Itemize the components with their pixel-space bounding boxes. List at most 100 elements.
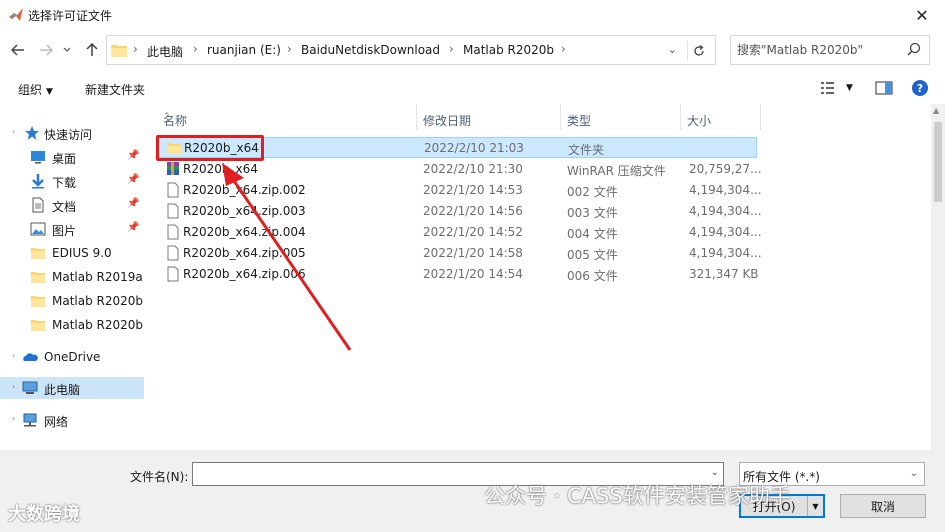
address-dropdown-icon[interactable]: ⌄ (668, 43, 677, 56)
column-header-size[interactable]: 大小 (681, 104, 761, 130)
folder-icon (31, 320, 45, 331)
sidebar-item-matlab-2020b[interactable]: Matlab R2020b (0, 290, 144, 312)
scroll-up-icon[interactable]: ▲ (933, 106, 939, 115)
matlab-icon (9, 8, 23, 21)
expand-arrow-icon[interactable]: › (12, 127, 15, 136)
breadcrumb-this-pc[interactable]: 此电脑 (147, 43, 183, 60)
column-header-name[interactable]: 名称 ⌃ (157, 104, 417, 130)
breadcrumb-matlab[interactable]: Matlab R2020b (463, 43, 554, 57)
close-button[interactable]: ✕ (899, 0, 945, 30)
file-row[interactable]: R2020b_x64.zip.006 2022/1/20 14:54 006 文… (157, 264, 759, 285)
file-type: 文件夹 (568, 143, 605, 157)
chevron-down-icon[interactable]: ⌄ (711, 467, 719, 478)
view-options-icon[interactable] (820, 80, 838, 96)
sidebar-item-label: Matlab R2019a (52, 270, 143, 284)
cancel-button[interactable]: 取消 (840, 494, 926, 518)
file-date: 2022/1/20 14:53 (423, 183, 523, 197)
sidebar-item-network[interactable]: › 网络 (0, 409, 144, 431)
file-row[interactable]: R2020b_x64 2022/2/10 21:30 WinRAR 压缩文件 2… (157, 159, 762, 180)
file-name: R2020b_x64.zip.002 (183, 183, 306, 197)
back-button[interactable] (8, 40, 28, 60)
column-header-date[interactable]: 修改日期 (417, 104, 561, 130)
vertical-scrollbar[interactable]: ▲ (931, 104, 945, 450)
search-icon (907, 42, 921, 56)
file-row[interactable]: R2020b_x64.zip.005 2022/1/20 14:58 005 文… (157, 243, 762, 264)
sidebar-item-label: 下载 (52, 176, 77, 190)
sidebar-item-label: 图片 (52, 224, 77, 238)
chevron-down-icon: ⌄ (909, 468, 918, 479)
sidebar-item-matlab-2020b-2[interactable]: Matlab R2020b (0, 314, 144, 336)
sidebar-item-label: 文档 (52, 200, 77, 214)
computer-icon (22, 381, 38, 394)
expand-arrow-icon[interactable]: › (12, 351, 15, 360)
file-row[interactable]: R2020b_x64.zip.004 2022/1/20 14:52 004 文… (157, 222, 762, 243)
file-date: 2022/1/20 14:56 (423, 204, 523, 218)
download-icon (32, 174, 44, 189)
breadcrumb-separator: › (193, 42, 198, 56)
document-icon (32, 197, 44, 213)
navigation-pane: › 快速访问 桌面 📌 下载 📌 文档 📌 图片 📌 EDIUS 9.0 Mat… (0, 104, 144, 450)
sidebar-item-label: 快速访问 (44, 128, 93, 142)
picture-icon (30, 222, 46, 236)
scrollbar-thumb[interactable] (934, 122, 942, 202)
refresh-icon (693, 45, 704, 56)
onedrive-icon (23, 353, 38, 361)
sidebar-item-matlab-2019a[interactable]: Matlab R2019a (0, 266, 144, 288)
new-folder-button[interactable]: 新建文件夹 (85, 81, 145, 98)
refresh-button[interactable] (687, 41, 709, 61)
back-arrow-icon (11, 44, 24, 56)
file-row[interactable]: R2020b_x64.zip.003 2022/1/20 14:56 003 文… (157, 201, 762, 222)
up-arrow-icon (86, 43, 98, 56)
sidebar-item-this-pc[interactable]: › 此电脑 (0, 377, 144, 399)
pin-icon: 📌 (127, 150, 140, 161)
search-box[interactable] (730, 35, 930, 65)
file-type: 005 文件 (567, 248, 618, 262)
sidebar-item-downloads[interactable]: 下载 📌 (0, 170, 144, 192)
address-bar[interactable]: › 此电脑 › ruanjian (E:) › BaiduNetdiskDown… (106, 35, 716, 65)
sidebar-item-label: OneDrive (44, 350, 101, 364)
folder-icon (31, 296, 45, 307)
watermark-right: 公众号 · CASS软件安装管家助手 (484, 484, 791, 508)
column-header-type[interactable]: 类型 (561, 104, 681, 130)
organize-label: 组织 (18, 83, 43, 97)
sidebar-item-onedrive[interactable]: › OneDrive (0, 346, 144, 368)
file-size: 4,194,304... (689, 204, 762, 218)
sidebar-item-edius[interactable]: EDIUS 9.0 (0, 242, 144, 264)
view-dropdown-icon[interactable]: ▼ (846, 83, 853, 93)
column-header-label: 类型 (567, 114, 592, 128)
network-icon (23, 413, 37, 427)
organize-menu[interactable]: 组织 ▼ (18, 81, 53, 98)
sidebar-item-desktop[interactable]: 桌面 📌 (0, 146, 144, 168)
breadcrumb-drive[interactable]: ruanjian (E:) (207, 43, 281, 57)
sidebar-item-pictures[interactable]: 图片 📌 (0, 218, 144, 240)
file-size: 4,194,304... (689, 246, 762, 260)
expand-arrow-icon[interactable]: › (12, 382, 15, 391)
sidebar-item-quick-access[interactable]: › 快速访问 (0, 122, 144, 144)
help-icon[interactable]: ? (912, 80, 928, 96)
file-size: 20,759,27... (689, 162, 762, 176)
watermark-left: 大数跨境 (8, 504, 80, 525)
preview-pane-icon[interactable] (875, 80, 893, 96)
recent-locations-button[interactable] (60, 40, 74, 60)
bottom-panel: 文件名(N): ⌄ 所有文件 (*.*) ⌄ 打开(O) ▼ 取消 (0, 450, 945, 532)
forward-button[interactable] (36, 40, 56, 60)
file-icon (167, 203, 179, 219)
sidebar-item-label: 此电脑 (44, 383, 81, 397)
filename-label: 文件名(N): (130, 470, 189, 484)
file-name: R2020b_x64.zip.004 (183, 225, 306, 239)
file-icon (167, 245, 179, 261)
file-row[interactable]: R2020b_x64.zip.002 2022/1/20 14:53 002 文… (157, 180, 762, 201)
pin-icon: 📌 (127, 198, 140, 209)
expand-arrow-icon[interactable]: › (12, 414, 15, 423)
sidebar-item-label: Matlab R2020b (52, 318, 144, 332)
breadcrumb-download[interactable]: BaiduNetdiskDownload (301, 43, 440, 57)
up-button[interactable] (82, 40, 102, 60)
sidebar-item-documents[interactable]: 文档 📌 (0, 194, 144, 216)
sidebar-item-label: 桌面 (52, 152, 77, 166)
forward-arrow-icon (40, 44, 53, 56)
sort-ascending-icon: ⌃ (163, 112, 171, 122)
search-input[interactable] (737, 42, 897, 58)
open-split-dropdown-icon[interactable]: ▼ (807, 496, 823, 516)
breadcrumb-separator: › (449, 42, 454, 56)
folder-icon (31, 272, 45, 283)
